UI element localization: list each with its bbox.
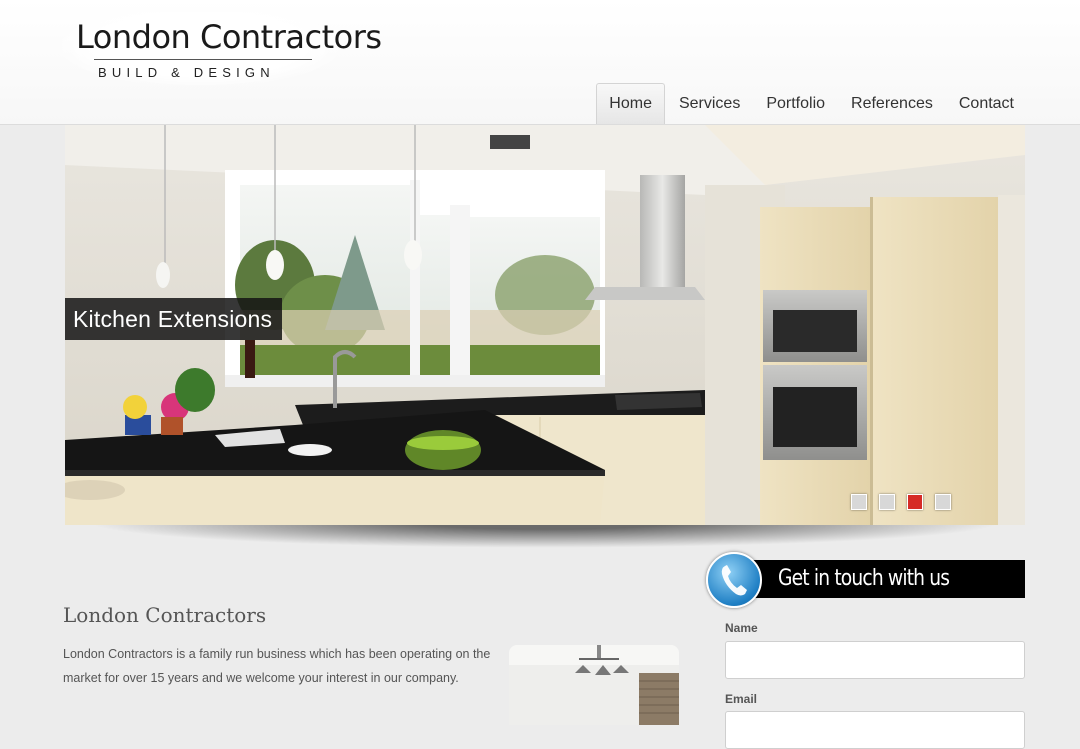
contact-banner: Get in touch with us xyxy=(706,552,1026,608)
logo-title: London Contractors xyxy=(76,18,382,56)
nav-home[interactable]: Home xyxy=(596,83,665,124)
slider-dot-1[interactable] xyxy=(851,494,867,510)
slider-dots xyxy=(851,494,963,510)
logo-divider xyxy=(94,59,312,60)
email-field[interactable] xyxy=(725,711,1025,749)
slider-dot-4[interactable] xyxy=(935,494,951,510)
logo-subtitle: BUILD & DESIGN xyxy=(98,65,275,80)
slide-caption: Kitchen Extensions xyxy=(65,298,283,340)
content-title: London Contractors xyxy=(63,603,267,627)
slider-shadow xyxy=(85,522,1005,548)
content-text: London Contractors is a family run busin… xyxy=(63,647,491,685)
site-header: London Contractors BUILD & DESIGN Home S… xyxy=(0,0,1080,125)
name-label: Name xyxy=(725,621,758,635)
main-nav: Home Services Portfolio References Conta… xyxy=(594,83,1026,124)
nav-services[interactable]: Services xyxy=(667,83,752,124)
nav-references[interactable]: References xyxy=(839,83,945,124)
contact-banner-text: Get in touch with us xyxy=(778,566,950,591)
nav-contact[interactable]: Contact xyxy=(947,83,1026,124)
site-logo[interactable]: London Contractors BUILD & DESIGN xyxy=(62,12,382,86)
slider-dot-2[interactable] xyxy=(879,494,895,510)
hero-slider[interactable]: Kitchen Extensions xyxy=(65,125,1025,525)
phone-icon xyxy=(706,552,762,608)
name-field[interactable] xyxy=(725,641,1025,679)
slider-dot-3[interactable] xyxy=(907,494,923,510)
email-label: Email xyxy=(725,692,758,706)
content-image xyxy=(509,645,679,725)
nav-portfolio[interactable]: Portfolio xyxy=(754,83,837,124)
interior-photo xyxy=(509,645,679,725)
